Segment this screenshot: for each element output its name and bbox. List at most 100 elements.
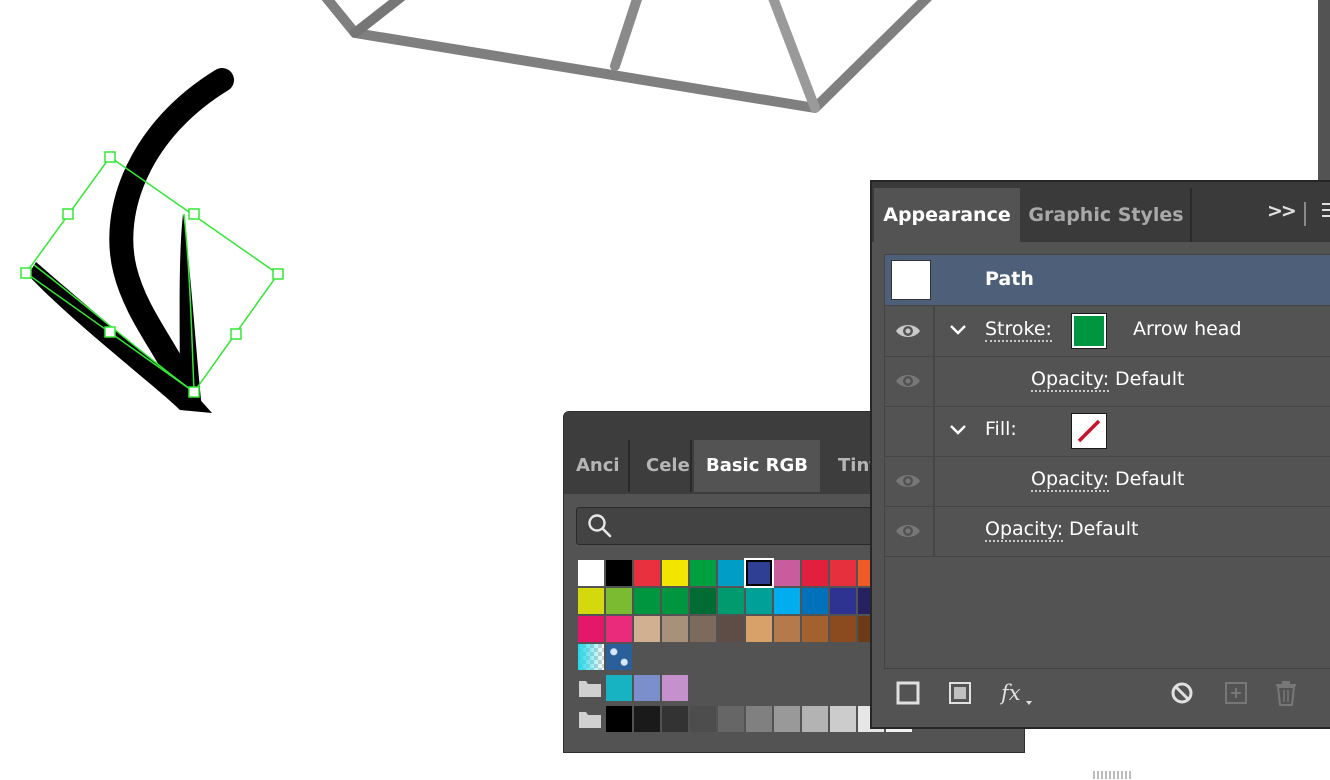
group-color-swatch[interactable] [606, 675, 632, 701]
opacity-value: Default [1069, 518, 1139, 540]
selection-bounding-box[interactable] [20, 151, 284, 398]
object-opacity-row[interactable]: Opacity: Default [885, 506, 1330, 557]
grayscale-swatch[interactable] [690, 706, 716, 732]
object-header-row[interactable]: Path [885, 255, 1330, 306]
color-swatch[interactable] [662, 588, 688, 614]
color-swatch[interactable] [606, 588, 632, 614]
color-swatch[interactable] [634, 588, 660, 614]
tab-graphic-styles[interactable]: Graphic Styles [1022, 188, 1190, 242]
appearance-panel: Appearance Graphic Styles >> Path Stroke… [870, 180, 1330, 779]
fill-label[interactable]: Fill: [985, 418, 1017, 440]
color-swatch[interactable] [606, 616, 632, 642]
tab-divider [628, 440, 630, 492]
appearance-attribute-list: Path Stroke: Arrow head Opacity: Default… [884, 254, 1330, 669]
color-swatch[interactable] [690, 588, 716, 614]
color-swatch[interactable] [718, 560, 744, 586]
color-swatch[interactable] [774, 616, 800, 642]
floral-pattern-swatch[interactable] [606, 644, 632, 670]
svg-text:fx: fx [1000, 681, 1021, 705]
group-color-swatch[interactable] [662, 675, 688, 701]
stroke-color-swatch[interactable] [1071, 313, 1107, 349]
folder-icon[interactable] [578, 677, 602, 699]
grayscale-swatch[interactable] [830, 706, 856, 732]
color-swatch[interactable] [830, 588, 856, 614]
opacity-label[interactable]: Opacity: [985, 518, 1064, 542]
fx-icon[interactable]: fx [1000, 679, 1034, 707]
color-swatch[interactable] [634, 560, 660, 586]
panel-expand-button[interactable]: >> [1267, 200, 1297, 222]
color-swatch[interactable] [662, 616, 688, 642]
color-swatch[interactable] [634, 616, 660, 642]
tab-ancient[interactable]: Anci [576, 440, 628, 492]
fill-row[interactable]: Fill: [885, 406, 1330, 457]
grayscale-swatch[interactable] [718, 706, 744, 732]
visibility-eye-icon[interactable] [894, 468, 922, 494]
color-swatch[interactable] [690, 616, 716, 642]
toolbar-divider [1304, 202, 1306, 226]
grayscale-swatch[interactable] [774, 706, 800, 732]
grayscale-swatch[interactable] [662, 706, 688, 732]
grayscale-swatch[interactable] [606, 706, 632, 732]
color-swatch[interactable] [774, 588, 800, 614]
opacity-value: Default [1115, 368, 1185, 390]
clear-appearance-icon[interactable] [1168, 679, 1196, 707]
tab-basic-rgb[interactable]: Basic RGB [694, 440, 820, 492]
grayscale-swatch[interactable] [634, 706, 660, 732]
color-swatch[interactable] [718, 588, 744, 614]
arrow-shaft-artwork[interactable] [109, 68, 234, 387]
column-divider [933, 356, 935, 406]
gradient-checker-swatch[interactable] [578, 644, 604, 670]
fill-none-swatch[interactable] [1071, 413, 1107, 449]
hamburger-menu-icon [1322, 203, 1330, 217]
canvas-edge [1318, 0, 1330, 180]
add-new-stroke-icon[interactable] [894, 679, 922, 707]
opacity-label[interactable]: Opacity: [1031, 468, 1110, 492]
stroke-opacity-row[interactable]: Opacity: Default [885, 356, 1330, 407]
color-swatch[interactable] [774, 560, 800, 586]
color-swatch[interactable] [578, 588, 604, 614]
opacity-label[interactable]: Opacity: [1031, 368, 1110, 392]
visibility-eye-icon[interactable] [894, 518, 922, 544]
color-swatch[interactable] [802, 588, 828, 614]
color-swatch[interactable] [830, 560, 856, 586]
column-divider [933, 456, 935, 506]
color-swatch[interactable] [746, 588, 772, 614]
color-swatch[interactable] [802, 560, 828, 586]
color-swatch[interactable] [746, 616, 772, 642]
column-divider [933, 506, 935, 556]
tab-celebration[interactable]: Cele [646, 440, 690, 492]
duplicate-item-icon[interactable] [1222, 679, 1250, 707]
chevron-down-icon[interactable] [947, 318, 969, 340]
stroke-row[interactable]: Stroke: Arrow head [885, 306, 1330, 357]
color-swatch[interactable] [662, 560, 688, 586]
color-swatch[interactable] [690, 560, 716, 586]
color-swatch[interactable] [744, 558, 774, 588]
panel-menu-button[interactable] [1322, 200, 1330, 224]
color-swatch[interactable] [830, 616, 856, 642]
stroke-label[interactable]: Stroke: [985, 318, 1052, 342]
visibility-eye-icon[interactable] [894, 318, 922, 344]
color-swatch[interactable] [578, 560, 604, 586]
stroke-style-name[interactable]: Arrow head [1133, 318, 1242, 340]
color-swatch[interactable] [578, 616, 604, 642]
group-color-swatch[interactable] [634, 675, 660, 701]
appearance-tab-bar: Appearance Graphic Styles >> [872, 182, 1330, 242]
opacity-value: Default [1115, 468, 1185, 490]
grayscale-swatch[interactable] [746, 706, 772, 732]
grayscale-swatch[interactable] [802, 706, 828, 732]
fill-opacity-row[interactable]: Opacity: Default [885, 456, 1330, 507]
object-type-label: Path [985, 268, 1034, 290]
color-swatch[interactable] [606, 560, 632, 586]
visibility-eye-icon[interactable] [894, 368, 922, 394]
color-swatch[interactable] [718, 616, 744, 642]
column-divider [933, 306, 935, 356]
tab-appearance[interactable]: Appearance [874, 188, 1020, 242]
delete-item-icon[interactable] [1272, 679, 1300, 707]
folder-icon[interactable] [578, 708, 602, 730]
add-new-fill-icon[interactable] [946, 679, 974, 707]
tab-divider [690, 440, 692, 492]
chevron-down-icon[interactable] [947, 418, 969, 440]
color-swatch[interactable] [802, 616, 828, 642]
gem-artwork[interactable] [320, 0, 935, 113]
resize-grip-icon[interactable] [1092, 770, 1132, 780]
